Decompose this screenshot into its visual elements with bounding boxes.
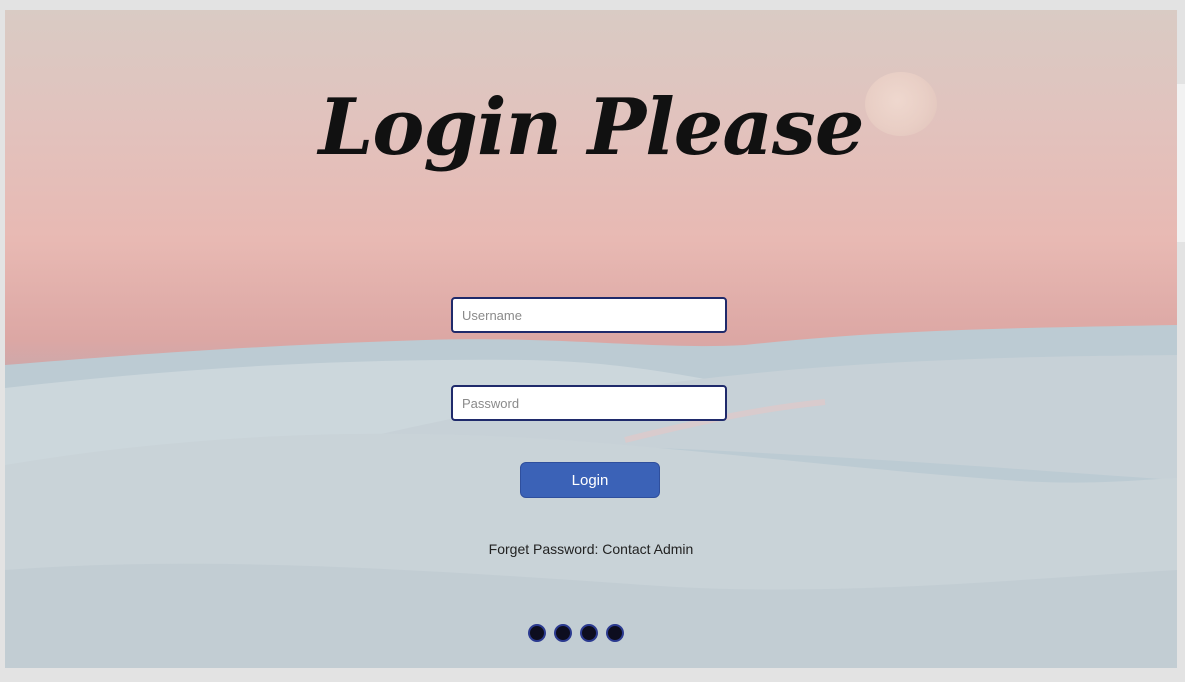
forget-password-text: Forget Password: Contact Admin (488, 541, 694, 557)
login-screen: Login Please Login Forget Password: Cont… (5, 10, 1177, 668)
carousel-dot-3[interactable] (580, 624, 598, 642)
page-title: Login Please (318, 82, 865, 173)
password-input[interactable] (451, 385, 727, 421)
right-edge-strip (1177, 84, 1185, 242)
login-button[interactable]: Login (520, 462, 660, 498)
username-input[interactable] (451, 297, 727, 333)
carousel-dots (528, 624, 624, 642)
carousel-dot-2[interactable] (554, 624, 572, 642)
carousel-dot-4[interactable] (606, 624, 624, 642)
carousel-dot-1[interactable] (528, 624, 546, 642)
